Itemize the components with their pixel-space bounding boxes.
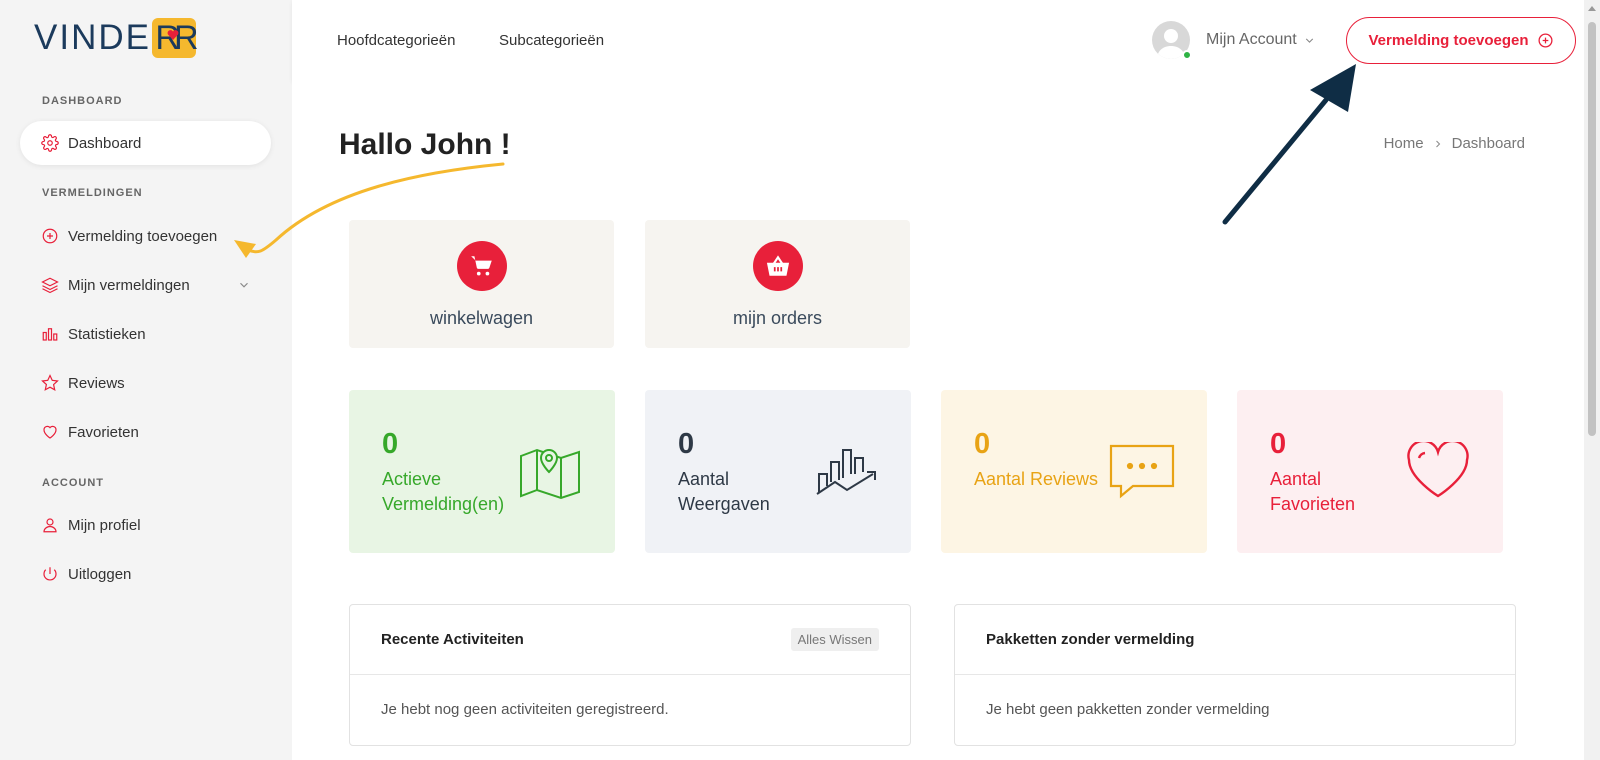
account-label: Mijn Account — [1206, 31, 1297, 48]
heart-icon — [43, 425, 57, 439]
panel-title: Pakketten zonder vermelding — [986, 631, 1195, 648]
breadcrumb-current: Dashboard — [1451, 135, 1525, 152]
sidebar-item-my-profile[interactable]: Mijn profiel — [20, 503, 271, 547]
section-label-listings: VERMELDINGEN — [42, 187, 143, 199]
breadcrumb: Home Dashboard — [1384, 135, 1525, 152]
stat-favorites[interactable]: 0 Aantal Favorieten — [1237, 390, 1503, 553]
nav-main-categories[interactable]: Hoofdcategorieën — [337, 32, 455, 49]
power-icon — [43, 567, 57, 581]
bar-chart-icon — [42, 328, 58, 341]
growth-chart-icon — [816, 449, 876, 495]
stat-value: 0 — [1270, 428, 1287, 460]
account-menu[interactable]: Mijn Account — [1206, 31, 1316, 49]
cart-label: winkelwagen — [429, 308, 534, 328]
stat-views[interactable]: 0 Aantal Weergaven — [645, 390, 911, 553]
sidebar-item-label: Favorieten — [68, 423, 139, 441]
star-icon — [41, 374, 59, 391]
section-label-dashboard: DASHBOARD — [42, 95, 123, 107]
panel-header: Pakketten zonder vermelding — [955, 605, 1515, 675]
sidebar-item-label: Dashboard — [68, 134, 142, 152]
add-listing-label: Vermelding toevoegen — [1368, 32, 1529, 49]
stat-value: 0 — [974, 428, 991, 460]
chat-bubble-icon — [1109, 444, 1175, 499]
stat-label: Aantal Reviews — [974, 469, 1099, 489]
cart-card[interactable]: winkelwagen — [349, 220, 614, 348]
plus-circle-icon — [1538, 33, 1553, 48]
sidebar-item-favorites[interactable]: Favorieten — [20, 410, 271, 454]
scroll-up-arrow-icon[interactable] — [1588, 6, 1596, 11]
sidebar-item-label: Reviews — [68, 374, 125, 392]
cart-icon-circle — [456, 241, 507, 291]
panel-header: Recente Activiteiten Alles Wissen — [350, 605, 910, 675]
sidebar-item-dashboard[interactable]: Dashboard — [20, 121, 271, 165]
plus-circle-icon — [42, 228, 58, 244]
panel-body-text: Je hebt nog geen activiteiten geregistre… — [381, 701, 669, 718]
stat-label: Actieve Vermelding(en) — [382, 469, 505, 514]
user-icon — [43, 518, 57, 533]
sidebar-item-logout[interactable]: Uitloggen — [20, 552, 271, 596]
layers-icon — [41, 277, 59, 294]
panel-title: Recente Activiteiten — [381, 631, 524, 648]
top-header: Hoofdcategorieën Subcategorieën Mijn Acc… — [292, 0, 1584, 82]
orders-label: mijn orders — [732, 308, 823, 328]
stat-label: Aantal Favorieten — [1270, 469, 1356, 514]
map-pin-icon — [520, 448, 580, 500]
page-title: Hallo John ! — [339, 128, 511, 161]
panel-body-text: Je hebt geen pakketten zonder vermelding — [986, 701, 1270, 718]
logo-text: VINDE — [34, 18, 151, 57]
breadcrumb-home[interactable]: Home — [1384, 135, 1424, 152]
stat-active-listings[interactable]: 0 Actieve Vermelding(en) — [349, 390, 615, 553]
recent-activities-panel: Recente Activiteiten Alles Wissen Je heb… — [349, 604, 911, 746]
logo-badge: RR — [151, 18, 199, 58]
clear-all-button[interactable]: Alles Wissen — [790, 628, 879, 651]
vinderr-logo[interactable]: VINDE RR — [34, 18, 199, 58]
gear-icon — [41, 134, 59, 152]
logo-heart-icon — [167, 30, 179, 40]
chevron-down-icon — [1305, 37, 1313, 43]
cart-icon — [470, 256, 492, 276]
heart-outline-icon — [1407, 442, 1469, 498]
add-listing-button[interactable]: Vermelding toevoegen — [1346, 17, 1576, 64]
main-content: Hallo John ! Home Dashboard winkelwagen … — [292, 82, 1584, 760]
sidebar-item-label: Statistieken — [68, 325, 146, 343]
basket-icon — [766, 255, 789, 276]
sidebar: VINDE RR DASHBOARD Dashboard VERMELDINGE… — [0, 0, 292, 760]
sidebar-item-label: Mijn profiel — [68, 516, 141, 534]
nav-subcategories[interactable]: Subcategorieën — [499, 32, 604, 49]
online-status-dot — [1182, 50, 1192, 60]
stat-value: 0 — [678, 428, 695, 460]
sidebar-item-statistics[interactable]: Statistieken — [20, 312, 271, 356]
packages-panel: Pakketten zonder vermelding Je hebt geen… — [954, 604, 1516, 746]
chevron-right-icon — [1435, 140, 1440, 147]
stat-value: 0 — [382, 428, 399, 460]
scroll-thumb[interactable] — [1588, 22, 1596, 436]
stat-reviews[interactable]: 0 Aantal Reviews — [941, 390, 1207, 553]
sidebar-item-label: Uitloggen — [68, 565, 132, 583]
sidebar-item-add-listing[interactable]: Vermelding toevoegen — [20, 214, 271, 258]
basket-icon-circle — [752, 241, 803, 291]
sidebar-item-label: Vermelding toevoegen — [68, 227, 218, 245]
chevron-down-icon[interactable] — [237, 278, 251, 292]
page-scrollbar[interactable] — [1584, 0, 1600, 760]
sidebar-item-reviews[interactable]: Reviews — [20, 361, 271, 405]
sidebar-item-label: Mijn vermeldingen — [68, 276, 190, 294]
section-label-account: ACCOUNT — [42, 477, 104, 489]
orders-card[interactable]: mijn orders — [645, 220, 910, 348]
sidebar-item-my-listings[interactable]: Mijn vermeldingen — [20, 263, 271, 307]
stat-label: Aantal Weergaven — [678, 469, 770, 514]
